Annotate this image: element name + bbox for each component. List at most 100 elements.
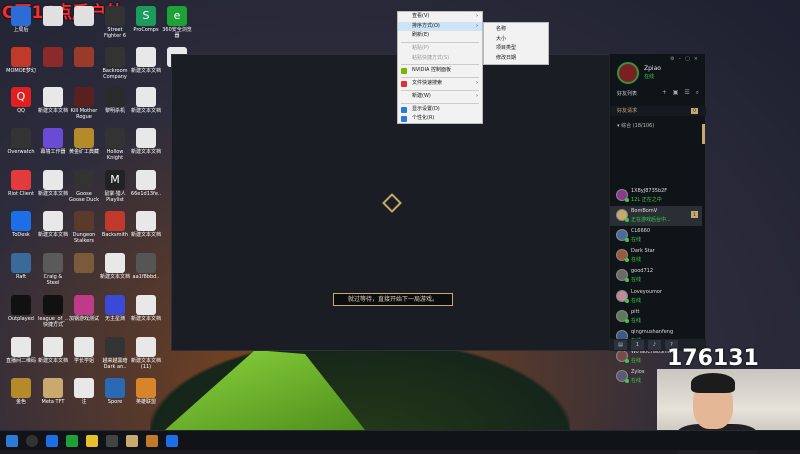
desktop-icon[interactable]: Backroom Company bbox=[99, 47, 131, 80]
desktop-icon[interactable]: 新建文本文档 bbox=[37, 211, 69, 238]
desktop-icon[interactable]: 新建文本文档 bbox=[99, 253, 131, 280]
friends-toolbar[interactable]: + ▣ ☰ ⌕ bbox=[662, 89, 701, 97]
desktop-icon[interactable] bbox=[37, 6, 69, 27]
desktop-icon[interactable]: S ProComps bbox=[130, 6, 162, 33]
desktop-icon[interactable]: 66e1d13fe.. bbox=[130, 170, 162, 197]
desktop-icon[interactable] bbox=[68, 6, 100, 27]
friend-requests-row[interactable]: 好友请求 0 bbox=[610, 106, 706, 116]
desktop-icon[interactable]: 金色 bbox=[5, 378, 37, 405]
menu-item[interactable]: 显示设置(D) bbox=[398, 105, 482, 115]
app-icon bbox=[105, 337, 125, 357]
friend-group-header[interactable]: ▾ 综合 (18/106) bbox=[617, 122, 654, 129]
desktop-icon[interactable]: league_of_.. 快捷方式 bbox=[37, 295, 69, 328]
window-controls[interactable]: ⚙–▢× bbox=[670, 56, 702, 62]
app-icon bbox=[74, 253, 94, 273]
desktop-icon[interactable]: 新建文本文档 bbox=[37, 87, 69, 114]
desktop-icon[interactable]: 黎明杀机 bbox=[99, 87, 131, 114]
friend-row[interactable]: 1X8yJ8735b2F 12L 正在之中 bbox=[610, 186, 702, 206]
friend-row[interactable]: Loveyoumor 在线 bbox=[610, 287, 702, 307]
desktop-icon[interactable]: 上局后 bbox=[5, 6, 37, 33]
menu-item[interactable]: 新建(W) › bbox=[398, 92, 482, 102]
menu-item[interactable]: 个性化(R) bbox=[398, 114, 482, 124]
friend-row[interactable]: CL6660 在线 bbox=[610, 226, 702, 246]
app-icon bbox=[136, 337, 156, 357]
menu-item[interactable]: 粘贴快捷方式(S) bbox=[398, 54, 482, 64]
desktop-icon[interactable]: 越来越黑暗 Dark an.. bbox=[99, 337, 131, 370]
desktop-icon[interactable]: 直播间二维码 bbox=[5, 337, 37, 364]
menu-item[interactable]: 粘贴(P) bbox=[398, 44, 482, 54]
desktop-icon[interactable]: Outplayed bbox=[5, 295, 37, 322]
menu-item[interactable]: 排序方式(O) › bbox=[398, 21, 482, 32]
wait-skip-button[interactable]: 就过等待，直接开始下一局游戏。 bbox=[333, 293, 453, 306]
desktop-icon[interactable]: 新建文本文档 bbox=[130, 47, 162, 74]
desktop-icon[interactable]: 新建文本文档 bbox=[130, 128, 162, 155]
desktop-icon[interactable]: Q QQ bbox=[5, 87, 37, 114]
app-icon[interactable] bbox=[46, 435, 58, 447]
edge-icon[interactable] bbox=[166, 435, 178, 447]
menu-item[interactable]: 查看(V) › bbox=[398, 12, 482, 22]
friends-scrollbar[interactable] bbox=[702, 124, 705, 144]
desktop-icon[interactable]: Riot Client bbox=[5, 170, 37, 197]
browser-icon[interactable] bbox=[66, 435, 78, 447]
desktop-icon[interactable]: Meta TFT bbox=[37, 378, 69, 405]
chat-icon[interactable]: ▤ bbox=[614, 340, 627, 350]
menu-item[interactable]: 刷新(E) bbox=[398, 31, 482, 41]
desktop-icon[interactable]: Goose Goose Duck bbox=[68, 170, 100, 203]
desktop-icon[interactable] bbox=[68, 253, 100, 274]
avatar[interactable] bbox=[617, 62, 639, 84]
menu-item[interactable]: NVIDIA 控制面板 bbox=[398, 66, 482, 76]
desktop-icon[interactable]: Overwatch bbox=[5, 128, 37, 155]
desktop-icon[interactable]: 新建文本文档 bbox=[37, 170, 69, 197]
start-windows-icon[interactable] bbox=[6, 435, 18, 447]
desktop-icon[interactable]: Street Fighter 6 bbox=[99, 6, 131, 39]
friend-row[interactable]: BomBomV 正在游戏后台中... 1 bbox=[610, 206, 702, 227]
desktop-icon[interactable]: 英雄联盟 bbox=[130, 378, 162, 405]
app-icon[interactable] bbox=[146, 435, 158, 447]
submenu-item[interactable]: 项目类型 bbox=[484, 44, 548, 54]
desktop-icon[interactable]: 新建文本文档 (11) bbox=[130, 337, 162, 370]
league-client-icon[interactable] bbox=[126, 435, 138, 447]
desktop-icon[interactable]: 无主星渊 bbox=[99, 295, 131, 322]
desktop-icon[interactable]: M 鼠掌·猎人Playlist bbox=[99, 170, 131, 203]
desktop-icon[interactable]: 新建文本文档 bbox=[130, 87, 162, 114]
desktop-icon[interactable]: Hollow Knight bbox=[99, 128, 131, 161]
app-icon bbox=[11, 6, 31, 26]
desktop-icon[interactable]: Raft bbox=[5, 253, 37, 280]
desktop-icon[interactable]: Dungeon Stalkers bbox=[68, 211, 100, 244]
desktop-icon-label: 上局后 bbox=[13, 27, 29, 33]
folder-icon[interactable] bbox=[86, 435, 98, 447]
desktop-icon[interactable]: Kill Mother Rogue bbox=[68, 87, 100, 120]
desktop-icon[interactable] bbox=[68, 47, 100, 68]
menu-item-label: 显示设置(D) bbox=[412, 105, 440, 112]
menu-item[interactable]: 文件快速搜索 › bbox=[398, 79, 482, 89]
friend-row[interactable]: Dark Star 在线 bbox=[610, 246, 702, 266]
submenu-item[interactable]: 名称 bbox=[484, 25, 548, 35]
friend-row[interactable]: pitt 在线 bbox=[610, 307, 702, 327]
user-status[interactable]: 在线 bbox=[644, 73, 654, 80]
friend-row[interactable]: good712 在线 bbox=[610, 266, 702, 286]
app-icon[interactable] bbox=[106, 435, 118, 447]
desktop-icon[interactable]: 幕墙工作器 bbox=[37, 128, 69, 155]
desktop-icon[interactable]: 新建文本文档 bbox=[130, 295, 162, 322]
submenu-item[interactable]: 大小 bbox=[484, 35, 548, 45]
desktop-icon[interactable]: ToDesk bbox=[5, 211, 37, 238]
desktop-icon[interactable]: 黄金矿工典藏 bbox=[68, 128, 100, 155]
desktop-icon[interactable]: 新建文本文档 bbox=[37, 337, 69, 364]
app-icon bbox=[136, 211, 156, 231]
desktop-icon[interactable]: e 360安全浏览器 bbox=[161, 6, 193, 39]
desktop-icon[interactable]: Spore bbox=[99, 378, 131, 405]
microphone-icon[interactable]: ♪ bbox=[648, 340, 661, 350]
desktop-icon[interactable]: Backsmith bbox=[99, 211, 131, 238]
desktop-icon[interactable] bbox=[37, 47, 69, 68]
search-icon[interactable] bbox=[26, 435, 38, 447]
desktop-icon[interactable]: Craig & Steel bbox=[37, 253, 69, 286]
submenu-item[interactable]: 修改日期 bbox=[484, 54, 548, 64]
clipboard-icon[interactable]: 1 bbox=[631, 340, 644, 350]
desktop-icon[interactable]: 注 bbox=[68, 378, 100, 405]
desktop-icon[interactable]: 学长学姐 bbox=[68, 337, 100, 364]
desktop-icon[interactable]: 加钢游戏测试 bbox=[68, 295, 100, 322]
desktop-icon[interactable]: MOMOE梦幻 bbox=[5, 47, 37, 74]
sort-submenu: 名称 大小 项目类型 修改日期 bbox=[483, 22, 549, 65]
desktop-icon[interactable]: aa1f8bbd.. bbox=[130, 253, 162, 280]
desktop-icon[interactable]: 新建文本文档 bbox=[130, 211, 162, 238]
